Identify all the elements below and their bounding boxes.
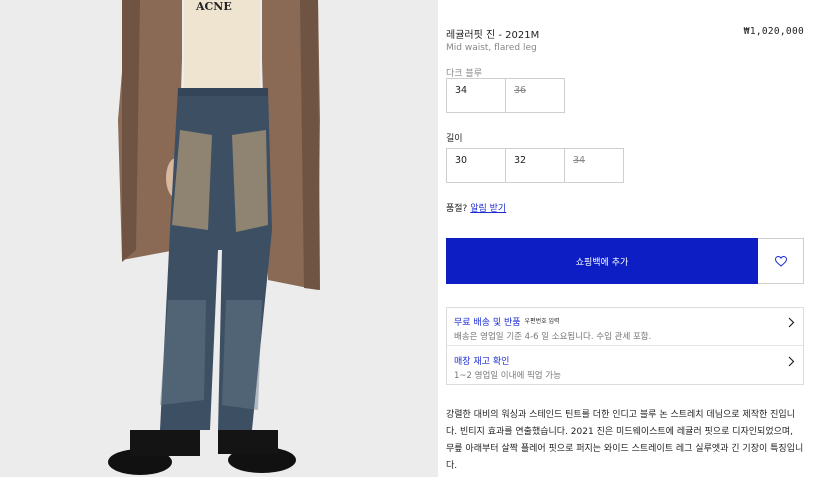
waist-size-selector: 34 36: [446, 78, 565, 113]
svg-text:ACNE: ACNE: [195, 0, 232, 13]
notify-link[interactable]: 알림 받기: [470, 204, 506, 214]
length-size-selector: 30 32 34: [446, 148, 624, 183]
length-option-30[interactable]: 30: [446, 148, 506, 183]
size-label: 34: [455, 85, 468, 96]
product-subtitle: Mid waist, flared leg: [446, 43, 537, 53]
size-label: 36: [514, 85, 527, 96]
sold-out-notify: 품절? 알림 받기: [446, 201, 506, 214]
shipping-returns-item[interactable]: 무료 배송 및 반품 우편번호 입력 배송은 영업일 기준 4-6 일 소요됩니다…: [447, 308, 803, 346]
postcode-badge: 우편번호 입력: [524, 318, 560, 325]
length-option-32[interactable]: 32: [505, 148, 565, 183]
length-option-34[interactable]: 34: [564, 148, 624, 183]
chevron-right-icon: [788, 356, 795, 367]
shipping-title-wrap: 무료 배송 및 반품 우편번호 입력: [454, 315, 560, 328]
length-label: 길이: [446, 134, 463, 144]
product-title: 레귤러핏 진 - 2021M: [446, 30, 540, 41]
chevron-right-icon: [788, 317, 795, 328]
add-to-cart-button[interactable]: 쇼핑백에 추가: [446, 238, 758, 284]
wishlist-button[interactable]: [758, 238, 804, 284]
product-image: ACNE: [0, 0, 438, 477]
length-label-text: 32: [514, 155, 527, 166]
product-description: 강렬한 대비의 워싱과 스테인드 틴트를 더한 인디고 블루 논 스트레치 데님…: [446, 410, 804, 471]
shipping-title: 무료 배송 및 반품: [454, 318, 521, 328]
product-detail-panel: 레귤러핏 진 - 2021M ₩1,020,000 Mid waist, fla…: [446, 0, 804, 477]
heart-icon: [774, 255, 787, 267]
delivery-info-box: 무료 배송 및 반품 우편번호 입력 배송은 영업일 기준 4-6 일 소요됩니다…: [446, 307, 804, 385]
stock-text: 1~2 영업일 이내에 픽업 가능: [454, 371, 561, 381]
stock-title: 매장 재고 확인: [454, 357, 510, 367]
size-option-34[interactable]: 34: [446, 78, 506, 113]
title-row: 레귤러핏 진 - 2021M ₩1,020,000: [446, 26, 804, 41]
cart-actions: 쇼핑백에 추가: [446, 238, 804, 284]
notify-prefix: 품절?: [446, 204, 468, 214]
length-label-text: 30: [455, 155, 468, 166]
store-stock-item[interactable]: 매장 재고 확인 1~2 영업일 이내에 픽업 가능: [447, 347, 803, 385]
model-photo: ACNE: [0, 0, 438, 477]
shipping-text: 배송은 영업일 기준 4-6 일 소요됩니다. 수입 관세 포함.: [454, 332, 652, 342]
size-option-36[interactable]: 36: [505, 78, 565, 113]
product-price: ₩1,020,000: [743, 26, 804, 37]
length-label-text: 34: [573, 155, 586, 166]
